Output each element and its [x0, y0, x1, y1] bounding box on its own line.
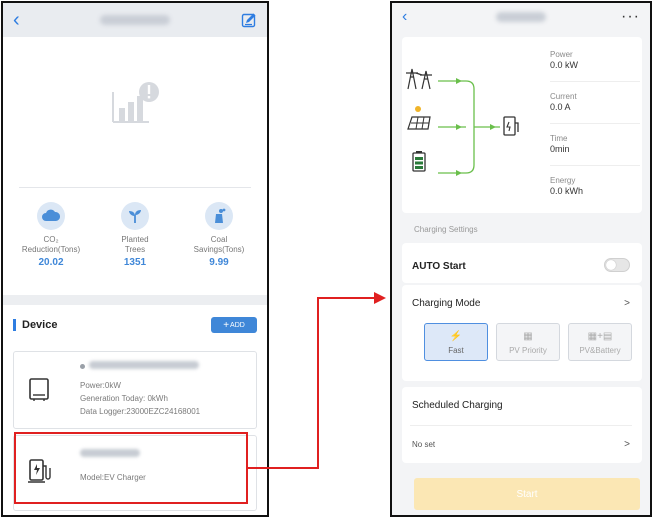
- divider: [550, 165, 640, 166]
- mode-label: PV Priority: [509, 346, 547, 355]
- fast-charge-icon: ⚡: [449, 331, 463, 342]
- start-button[interactable]: Start: [414, 478, 640, 510]
- mode-pv-battery-button[interactable]: ▦+▤ PV&Battery: [568, 323, 632, 361]
- scheduled-value: No set: [412, 440, 436, 449]
- mode-pv-priority-button[interactable]: ▦ PV Priority: [496, 323, 560, 361]
- metric-value: 0.0 A: [550, 102, 571, 112]
- solar-panel-icon: [407, 106, 431, 130]
- metric-value: 0.0 kW: [550, 60, 579, 70]
- ev-charger-small-icon: [503, 116, 519, 136]
- scheduled-charging-title: Scheduled Charging: [412, 400, 503, 411]
- energy-flow-card: Power 0.0 kW Current 0.0 A Time 0min Ene…: [402, 37, 642, 213]
- auto-start-label: AUTO Start: [412, 261, 466, 272]
- chevron-right-icon[interactable]: >: [624, 298, 630, 309]
- solar-battery-icon: ▦+▤: [587, 331, 613, 342]
- charging-settings-label: Charging Settings: [414, 225, 478, 234]
- metric-value: 0min: [550, 144, 570, 154]
- metric-label: Energy: [550, 176, 576, 185]
- metric-power: Power 0.0 kW: [550, 49, 640, 71]
- ev-charger-detail-screen: ‹ ··· Power 0.0 kW Current 0.0 A Time 0m…: [390, 1, 652, 517]
- metric-label: Time: [550, 134, 568, 143]
- chevron-right-icon[interactable]: >: [624, 439, 630, 450]
- more-dots-icon[interactable]: ···: [621, 8, 640, 26]
- metric-value: 0.0 kWh: [550, 186, 584, 196]
- energy-flow-diagram: [406, 68, 519, 176]
- battery-icon: [412, 151, 426, 172]
- divider: [550, 81, 640, 82]
- chevron-left-icon[interactable]: ‹: [402, 7, 407, 27]
- start-button-label: Start: [516, 488, 538, 500]
- solar-panel-icon: ▦: [523, 331, 533, 342]
- grid-tower-icon: [406, 68, 432, 90]
- mode-fast-button[interactable]: ⚡ Fast: [424, 323, 488, 361]
- right-header: ‹ ···: [392, 3, 650, 31]
- divider: [410, 425, 632, 426]
- metric-current: Current 0.0 A: [550, 91, 640, 113]
- charging-mode-label: Charging Mode: [412, 298, 481, 309]
- metric-label: Power: [550, 50, 573, 59]
- blurred-device-title: [496, 12, 546, 22]
- metric-energy: Energy 0.0 kWh: [550, 175, 640, 197]
- auto-start-toggle[interactable]: [604, 258, 630, 272]
- metric-time: Time 0min: [550, 133, 640, 155]
- mode-label: Fast: [448, 346, 464, 355]
- divider: [550, 123, 640, 124]
- mode-label: PV&Battery: [579, 346, 621, 355]
- metric-label: Current: [550, 92, 577, 101]
